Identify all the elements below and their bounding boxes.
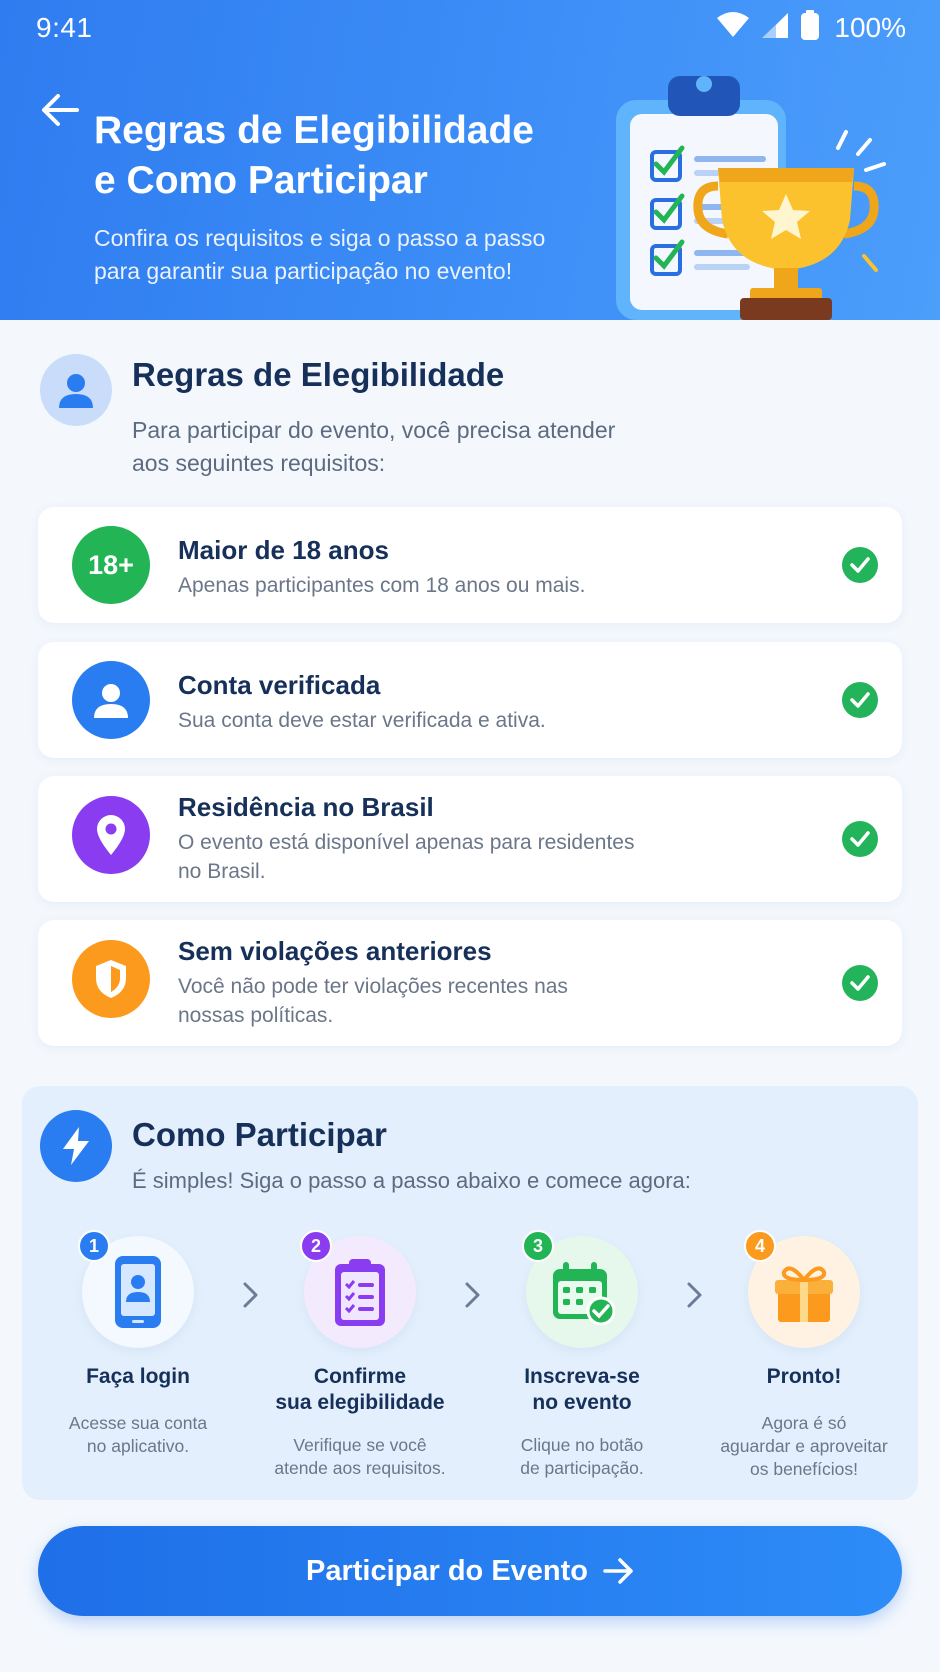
- step-description-line2: de participação.: [520, 1458, 644, 1478]
- requirement-description-line1: Apenas participantes com 18 anos ou mais…: [178, 574, 586, 597]
- eligibility-title: Regras de Elegibilidade: [132, 356, 505, 393]
- step-number-badge: 3: [522, 1230, 554, 1262]
- cellular-signal-icon: [760, 11, 790, 44]
- participate-event-button[interactable]: Participar do Evento: [38, 1526, 902, 1616]
- status-bar: 9:41 100%: [0, 0, 940, 56]
- requirement-title: Maior de 18 anos: [178, 535, 389, 565]
- requirement-description-line2: nossas políticas.: [178, 1004, 334, 1027]
- status-icons: 100%: [716, 10, 906, 45]
- requirement-description: Você não pode ter violações recentes nas…: [178, 972, 698, 1030]
- step-description-line1: Clique no botão: [520, 1435, 644, 1455]
- chevron-right-icon: [465, 1282, 480, 1308]
- step-title: Confirme sua elegibilidade: [260, 1364, 460, 1416]
- requirement-card-no-violations: Sem violações anteriores Você não pode t…: [38, 920, 902, 1046]
- page-title-line2: e Como Participar: [94, 159, 428, 202]
- requirement-description: Sua conta deve estar verificada e ativa.: [178, 706, 698, 735]
- step-description: Acesse sua conta no aplicativo.: [28, 1412, 248, 1458]
- requirement-description: O evento está disponível apenas para res…: [178, 828, 698, 886]
- step-title-line1: Confirme: [313, 1365, 407, 1388]
- step-number-badge: 4: [744, 1230, 776, 1262]
- status-time: 9:41: [36, 12, 93, 43]
- page-subtitle: Confira os requisitos e siga o passo a p…: [94, 222, 594, 288]
- page-title-line1: Regras de Elegibilidade: [94, 109, 534, 152]
- step-title: Inscreva-se no evento: [482, 1364, 682, 1416]
- step-title: Faça login: [38, 1364, 238, 1390]
- header-banner: 9:41 100% Regras de Elegibilidade e Como…: [0, 0, 940, 320]
- eligibility-description-line1: Para participar do evento, você precisa …: [132, 417, 616, 443]
- step-description-line2: no aplicativo.: [86, 1436, 190, 1456]
- step-title: Pronto!: [704, 1364, 904, 1390]
- chevron-right-icon: [243, 1282, 258, 1308]
- step-description-line3: os benefícios!: [750, 1459, 858, 1479]
- step-description-line1: Acesse sua conta: [68, 1413, 208, 1433]
- check-icon: [842, 682, 878, 718]
- arrow-right-icon: [603, 1558, 633, 1584]
- step-title-line2: no evento: [532, 1391, 632, 1414]
- requirement-title: Sem violações anteriores: [178, 936, 492, 966]
- how-to-participate-description: É simples! Siga o passo a passo abaixo e…: [132, 1168, 691, 1193]
- requirement-card-verified-account: Conta verificada Sua conta deve estar ve…: [38, 642, 902, 758]
- requirement-card-age: 18+ Maior de 18 anos Apenas participante…: [38, 507, 902, 623]
- requirement-description-line1: O evento está disponível apenas para res…: [178, 831, 635, 854]
- requirement-description-line2: no Brasil.: [178, 860, 266, 883]
- clipboard-trophy-illustration: [616, 76, 886, 320]
- requirement-description: Apenas participantes com 18 anos ou mais…: [178, 571, 698, 600]
- page-title: Regras de Elegibilidade e Como Participa…: [94, 106, 574, 206]
- location-pin-icon: [72, 796, 150, 874]
- requirement-title: Residência no Brasil: [178, 792, 434, 822]
- step-description: Verifique se você atende aos requisitos.: [250, 1434, 470, 1480]
- battery-percentage: 100%: [834, 11, 906, 43]
- how-to-participate-title: Como Participar: [132, 1116, 387, 1153]
- shield-icon: [72, 940, 150, 1018]
- participate-event-button-label: Participar do Evento: [305, 1554, 588, 1587]
- step-title-line2: sua elegibilidade: [275, 1391, 445, 1414]
- check-icon: [842, 547, 878, 583]
- step-description: Clique no botão de participação.: [472, 1434, 692, 1480]
- eligibility-description-line2: aos seguintes requisitos:: [132, 450, 386, 476]
- check-icon: [842, 965, 878, 1001]
- age-18-icon: 18+: [72, 526, 150, 604]
- step-description-line2: aguardar e aproveitar: [720, 1436, 888, 1456]
- requirement-description-line1: Você não pode ter violações recentes nas: [178, 975, 568, 998]
- requirement-description-line1: Sua conta deve estar verificada e ativa.: [178, 709, 546, 732]
- page-subtitle-line2: para garantir sua participação no evento…: [94, 258, 513, 284]
- chevron-right-icon: [687, 1282, 702, 1308]
- step-description-line1: Agora é só: [761, 1413, 847, 1433]
- step-number-badge: 1: [78, 1230, 110, 1262]
- wifi-icon: [716, 11, 750, 44]
- user-icon: [72, 661, 150, 739]
- step-description-line1: Verifique se você: [293, 1435, 427, 1455]
- step-number-badge: 2: [300, 1230, 332, 1262]
- step-title-line1: Inscreva-se: [524, 1365, 640, 1388]
- step-title-line1: Faça login: [86, 1365, 190, 1388]
- eligibility-description: Para participar do evento, você precisa …: [132, 414, 692, 480]
- step-description-line2: atende aos requisitos.: [274, 1458, 446, 1478]
- battery-icon: [800, 10, 820, 45]
- back-button[interactable]: [36, 86, 84, 134]
- eligibility-user-icon: [40, 354, 112, 426]
- check-icon: [842, 821, 878, 857]
- page-subtitle-line1: Confira os requisitos e siga o passo a p…: [94, 225, 546, 251]
- lightning-icon: [40, 1110, 112, 1182]
- age-badge-label: 18+: [88, 549, 134, 580]
- step-title-line1: Pronto!: [766, 1365, 842, 1388]
- step-description: Agora é só aguardar e aproveitar os bene…: [694, 1412, 914, 1481]
- requirement-title: Conta verificada: [178, 670, 381, 700]
- requirement-card-residence: Residência no Brasil O evento está dispo…: [38, 776, 902, 902]
- arrow-left-icon: [42, 94, 79, 126]
